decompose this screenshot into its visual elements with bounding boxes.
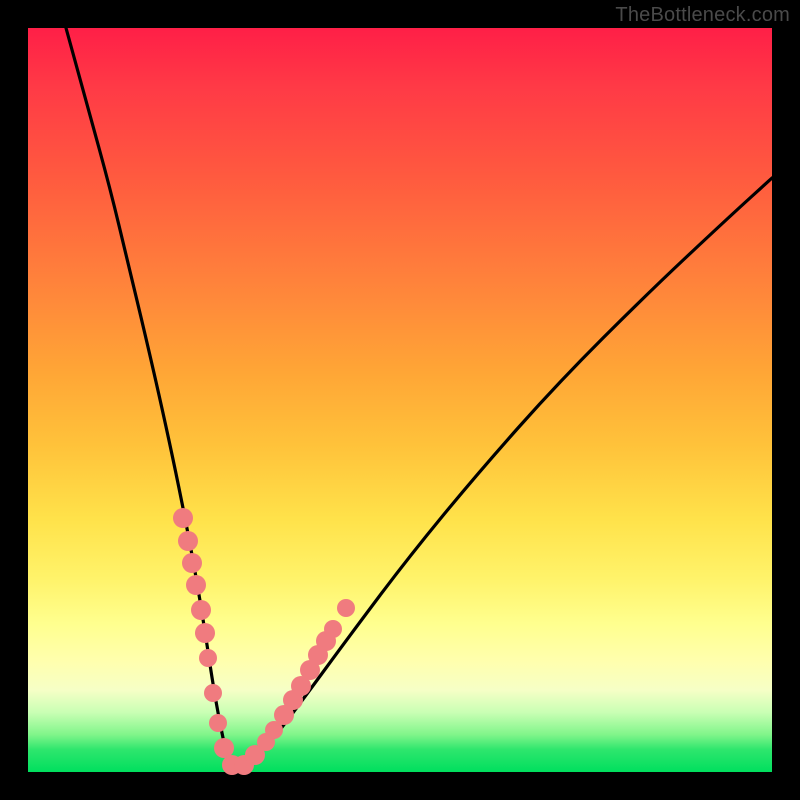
curve-marker (178, 531, 198, 551)
curve-marker (191, 600, 211, 620)
curve-marker (204, 684, 222, 702)
bottleneck-curve (66, 28, 772, 768)
plot-area (28, 28, 772, 772)
curve-marker (182, 553, 202, 573)
curve-marker (337, 599, 355, 617)
chart-frame: TheBottleneck.com (0, 0, 800, 800)
curve-markers (173, 508, 355, 775)
curve-marker (209, 714, 227, 732)
curve-marker (324, 620, 342, 638)
curve-marker (186, 575, 206, 595)
curve-marker (195, 623, 215, 643)
curve-marker (173, 508, 193, 528)
curve-marker (214, 738, 234, 758)
watermark-text: TheBottleneck.com (615, 4, 790, 27)
curve-marker (199, 649, 217, 667)
bottleneck-curve-svg (28, 28, 772, 772)
